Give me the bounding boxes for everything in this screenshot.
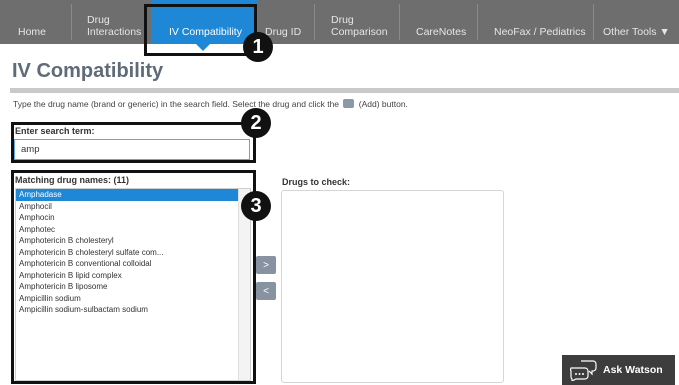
remove-drug-button[interactable]: < <box>256 282 276 300</box>
nav-neofax-pediatrics-label: NeoFax / Pediatrics <box>494 26 586 38</box>
nav-home[interactable]: Home <box>18 0 46 44</box>
instructions: Type the drug name (brand or generic) in… <box>13 99 408 109</box>
callout-number-3: 3 <box>241 191 271 221</box>
ask-watson-button[interactable]: Ask Watson <box>562 355 675 385</box>
add-button-icon <box>343 99 355 108</box>
nav-drug-interactions[interactable]: Drug Interactions <box>87 0 141 44</box>
nav-drug-interactions-label: Drug Interactions <box>87 14 142 38</box>
nav-drug-id-label: Drug ID <box>265 26 302 38</box>
nav-carenotes[interactable]: CareNotes <box>416 0 466 44</box>
nav-divider <box>71 4 72 40</box>
callout-number-2: 2 <box>241 108 271 138</box>
nav-divider <box>593 4 594 40</box>
add-drug-button[interactable]: > <box>256 256 276 274</box>
nav-carenotes-label: CareNotes <box>416 26 467 38</box>
nav-drug-comparison-label: Drug Comparison <box>331 14 388 38</box>
callout-box-3 <box>11 170 256 384</box>
top-nav-bar: Home Drug Interactions IV Compatibility … <box>0 0 679 44</box>
nav-drug-comparison[interactable]: Drug Comparison <box>331 0 388 44</box>
nav-home-label: Home <box>18 26 47 38</box>
instructions-text-end: (Add) button. <box>358 99 408 109</box>
instructions-text: Type the drug name (brand or generic) in… <box>13 99 340 109</box>
nav-divider <box>399 4 400 40</box>
nav-other-tools-label: Other Tools ▼ <box>603 26 670 38</box>
nav-divider <box>314 4 315 40</box>
callout-box-1 <box>144 4 257 56</box>
page-title: IV Compatibility <box>12 60 164 82</box>
title-divider <box>10 88 679 93</box>
drugs-to-check-label: Drugs to check: <box>282 177 351 187</box>
drugs-to-check-list[interactable] <box>281 190 504 383</box>
nav-other-tools[interactable]: Other Tools ▼ <box>603 0 670 44</box>
callout-number-1: 1 <box>243 32 273 62</box>
ask-watson-label: Ask Watson <box>603 364 663 376</box>
chat-bubble-icon <box>570 360 597 381</box>
nav-neofax-pediatrics[interactable]: NeoFax / Pediatrics <box>494 0 586 44</box>
callout-box-2 <box>11 122 256 163</box>
nav-divider <box>477 4 478 40</box>
nav-drug-id[interactable]: Drug ID <box>265 0 301 44</box>
